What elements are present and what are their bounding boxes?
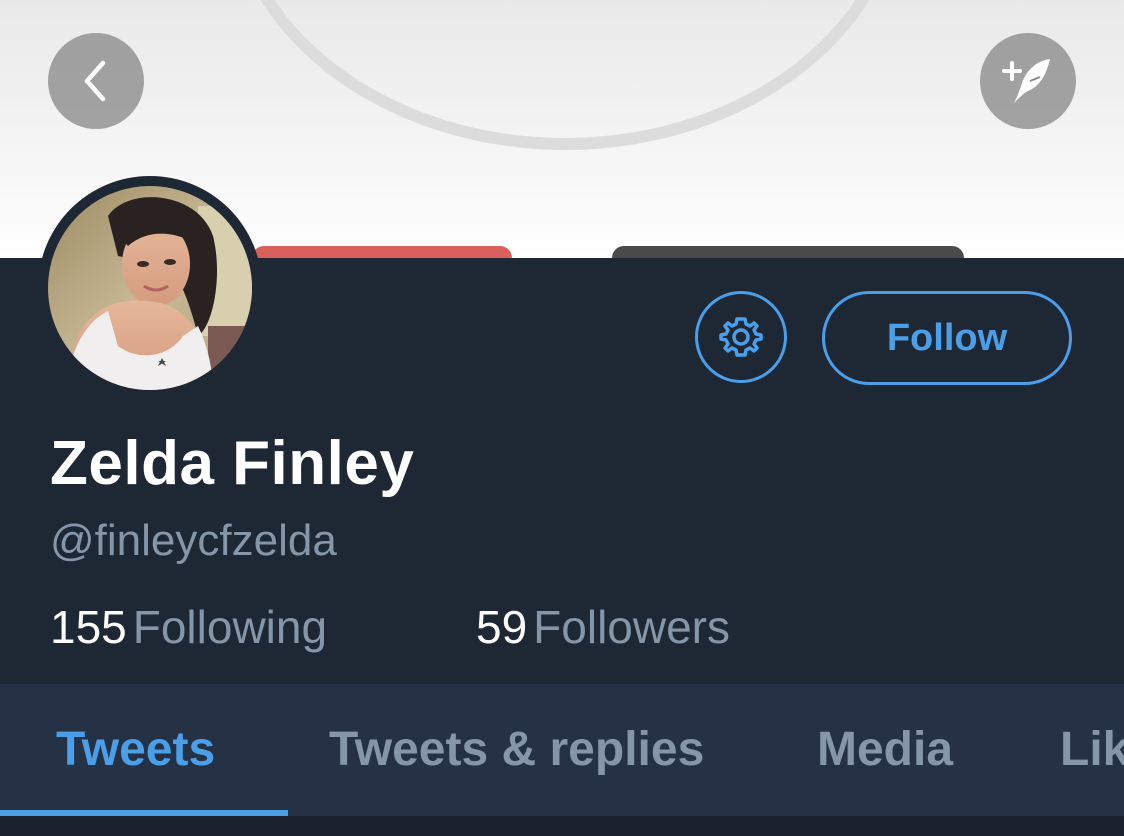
banner-red-shape: [252, 246, 512, 258]
compose-tweet-button[interactable]: [980, 33, 1076, 129]
avatar-frame: [38, 176, 262, 400]
following-count: 155: [50, 601, 127, 653]
following-label: Following: [132, 601, 328, 653]
display-name: Zelda Finley: [50, 429, 415, 498]
avatar-photo: [48, 186, 252, 390]
follow-button[interactable]: Follow: [822, 291, 1072, 385]
followers-label: Followers: [533, 601, 730, 653]
followers-count: 59: [476, 601, 528, 653]
profile-screen: Follow Zelda Finley @finleycfzelda 155 Fo…: [0, 0, 1124, 836]
tab-media[interactable]: Media: [817, 684, 953, 816]
following-stat[interactable]: 155 Following: [50, 600, 327, 654]
tab-likes[interactable]: Lik: [1060, 684, 1124, 816]
profile-tabs: Tweets Tweets & replies Media Lik: [0, 684, 1124, 816]
tab-tweets-and-replies[interactable]: Tweets & replies: [329, 684, 704, 816]
compose-tweet-icon: [1002, 59, 1050, 103]
chevron-left-icon: [84, 60, 106, 102]
followers-stat[interactable]: 59 Followers: [476, 600, 730, 654]
banner-dark-shape: [612, 246, 964, 258]
username-handle: @finleycfzelda: [50, 516, 337, 565]
content-area-edge: [0, 816, 1124, 836]
gear-icon: [719, 317, 763, 357]
tab-tweets[interactable]: Tweets: [56, 684, 215, 816]
back-button[interactable]: [48, 33, 144, 129]
settings-button[interactable]: [695, 291, 787, 383]
avatar[interactable]: [48, 186, 252, 390]
banner-ring-shape: [225, 0, 905, 150]
